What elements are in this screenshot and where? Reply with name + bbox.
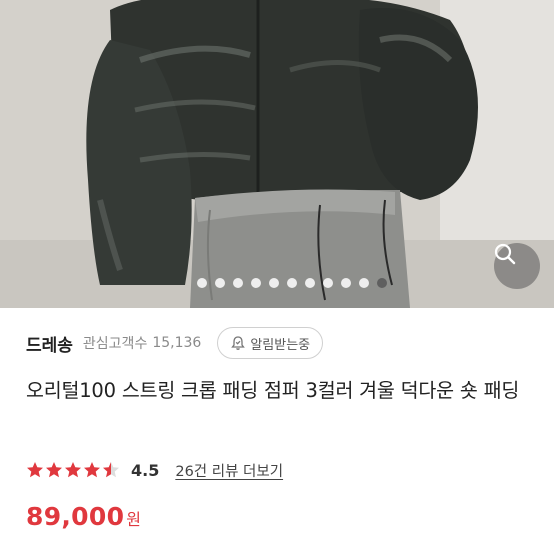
star-icon <box>84 462 100 478</box>
price-unit: 원 <box>126 510 142 529</box>
bell-check-icon <box>231 336 246 350</box>
price-row: 89,000 원 <box>26 502 141 531</box>
gallery-dot[interactable] <box>269 278 279 288</box>
product-title: 오리털100 스트링 크롭 패딩 점퍼 3컬러 겨울 덕다운 숏 패딩 <box>26 379 520 402</box>
star-rating <box>26 461 121 479</box>
product-image-gallery[interactable] <box>0 0 554 308</box>
product-photo <box>0 0 554 308</box>
gallery-dot[interactable] <box>323 278 333 288</box>
follow-count: 15,136 <box>152 335 202 351</box>
price: 89,000 <box>26 502 125 531</box>
gallery-dot[interactable] <box>341 278 351 288</box>
zoom-button[interactable] <box>494 243 540 289</box>
review-more-link[interactable]: 26건 리뷰 더보기 <box>175 460 283 481</box>
star-icon <box>46 462 62 478</box>
gallery-dot[interactable] <box>215 278 225 288</box>
gallery-dot[interactable] <box>359 278 369 288</box>
seller-row: 드레송 관심고객수 15,136 알림받는중 <box>26 326 324 360</box>
gallery-dot[interactable] <box>233 278 243 288</box>
follow-label: 관심고객수 <box>82 336 148 352</box>
search-icon <box>494 243 516 265</box>
star-icon <box>65 462 81 478</box>
gallery-dot[interactable] <box>197 278 207 288</box>
gallery-pagination <box>0 278 554 290</box>
gallery-dot[interactable] <box>377 278 387 288</box>
rating-score: 4.5 <box>131 460 160 480</box>
alert-button-label: 알림받는중 <box>250 337 311 353</box>
gallery-dot[interactable] <box>251 278 261 288</box>
rating-row: 4.5 26건 리뷰 더보기 <box>26 457 283 483</box>
gallery-dot[interactable] <box>305 278 315 288</box>
star-icon <box>103 462 119 478</box>
seller-name[interactable]: 드레송 <box>26 331 73 356</box>
star-icon <box>27 462 43 478</box>
gallery-dot[interactable] <box>287 278 297 288</box>
alert-subscribe-button[interactable]: 알림받는중 <box>217 327 324 359</box>
